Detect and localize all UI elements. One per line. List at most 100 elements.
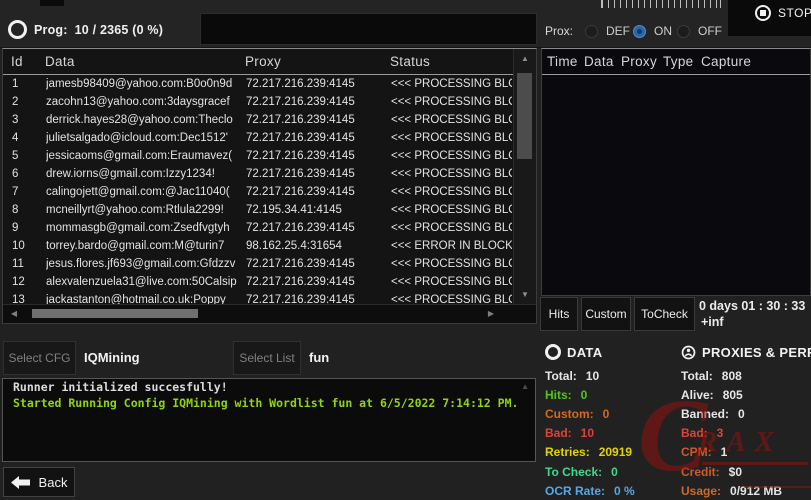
cell-id: 8 bbox=[12, 204, 42, 216]
column-header-proxy[interactable]: Proxy bbox=[245, 54, 281, 69]
cell-data: jamesb98409@yahoo.com:B0o0n9d bbox=[46, 78, 242, 90]
proxy-mode-radio-off[interactable]: OFF bbox=[677, 24, 722, 38]
log-line: Runner initialized succesfully! bbox=[3, 379, 535, 395]
cell-status: <<< PROCESSING BLO bbox=[391, 96, 512, 108]
bots-slider-ruler[interactable] bbox=[601, 0, 721, 8]
column-header-status[interactable]: Status bbox=[390, 54, 430, 69]
tab-custom[interactable]: Custom bbox=[581, 297, 631, 331]
table-row[interactable]: 2 zacohn13@yahoo.com:3daysgracef 72.217.… bbox=[4, 94, 512, 112]
stat-value: 10 bbox=[586, 369, 599, 383]
proxy-mode-label: Prox: bbox=[545, 24, 573, 38]
stat-row: Custom: 0 bbox=[545, 404, 680, 423]
scroll-down-icon[interactable]: ▼ bbox=[514, 287, 536, 303]
column-header-data[interactable]: Data bbox=[45, 54, 75, 69]
cell-status: <<< PROCESSING BLO bbox=[391, 132, 512, 144]
column-header-proxy[interactable]: Proxy bbox=[621, 54, 657, 69]
cell-proxy: 72.217.216.239:4145 bbox=[246, 168, 386, 180]
cell-data: derrick.hayes28@yahoo.com:Theclo bbox=[46, 114, 242, 126]
vertical-scrollbar[interactable]: ▲ ▼ bbox=[513, 49, 536, 305]
data-stats-rows: Total: 10 Hits: 0 Custom: 0 Bad: 10 bbox=[545, 366, 680, 500]
cell-data: torrey.bardo@gmail.com:M@turin7 bbox=[46, 240, 242, 252]
horizontal-scrollbar-thumb[interactable] bbox=[32, 309, 198, 318]
cell-id: 11 bbox=[12, 258, 42, 270]
runner-log[interactable]: Runner initialized succesfully! Started … bbox=[2, 378, 536, 462]
cell-data: julietsalgado@icloud.com:Dec1512' bbox=[46, 132, 242, 144]
scroll-up-icon[interactable]: ▲ bbox=[514, 51, 536, 67]
column-header-id[interactable]: Id bbox=[11, 54, 23, 69]
table-row[interactable]: 1 jamesb98409@yahoo.com:B0o0n9d 72.217.2… bbox=[4, 76, 512, 94]
cell-id: 3 bbox=[12, 114, 42, 126]
stat-row: Retries: 20919 bbox=[545, 443, 680, 462]
cell-proxy: 72.217.216.239:4145 bbox=[246, 78, 386, 90]
horizontal-scrollbar[interactable]: ◀ ▶ bbox=[3, 304, 536, 323]
log-scroll-up-icon[interactable]: ▲ bbox=[521, 382, 529, 391]
stat-label: Total: bbox=[545, 369, 577, 383]
scroll-right-icon[interactable]: ▶ bbox=[482, 305, 500, 323]
table-row[interactable]: 4 julietsalgado@icloud.com:Dec1512' 72.2… bbox=[4, 130, 512, 148]
stat-label: Credit: bbox=[681, 465, 720, 479]
cell-proxy: 98.162.25.4:31654 bbox=[246, 240, 386, 252]
proxies-globe-icon bbox=[681, 345, 696, 360]
column-header-capture[interactable]: Capture bbox=[701, 54, 751, 69]
scroll-left-icon[interactable]: ◀ bbox=[5, 305, 23, 323]
radio-circle-icon[interactable] bbox=[677, 25, 690, 38]
cell-proxy: 72.195.34.41:4145 bbox=[246, 204, 386, 216]
cell-id: 5 bbox=[12, 150, 42, 162]
stat-value: 0 bbox=[603, 407, 610, 421]
progress-bar-track bbox=[200, 13, 537, 45]
progress-value: 10 / 2365 (0 %) bbox=[75, 23, 163, 37]
table-row[interactable]: 3 derrick.hayes28@yahoo.com:Theclo 72.21… bbox=[4, 112, 512, 130]
select-config-button[interactable]: Select CFG bbox=[3, 341, 76, 375]
proxy-mode-radio-def[interactable]: DEF bbox=[585, 24, 630, 38]
stat-label: Banned: bbox=[681, 407, 729, 421]
cell-data: mcneillyrt@yahoo.com:Rtlula2299! bbox=[46, 204, 242, 216]
table-row[interactable]: 8 mcneillyrt@yahoo.com:Rtlula2299! 72.19… bbox=[4, 202, 512, 220]
radio-label: OFF bbox=[698, 24, 722, 38]
table-row[interactable]: 10 torrey.bardo@gmail.com:M@turin7 98.16… bbox=[4, 238, 512, 256]
cell-data: jackastanton@hotmail.co.uk:Poppy bbox=[46, 294, 242, 304]
stat-value: 20919 bbox=[599, 445, 632, 459]
cell-id: 4 bbox=[12, 132, 42, 144]
table-row[interactable]: 6 drew.iorns@gmail.com:Izzy1234! 72.217.… bbox=[4, 166, 512, 184]
column-header-time[interactable]: Time bbox=[547, 54, 578, 69]
back-button[interactable]: Back bbox=[3, 467, 75, 497]
stat-row: Alive: 805 bbox=[681, 385, 811, 404]
cell-status: <<< PROCESSING BLO bbox=[391, 78, 512, 90]
top-bar: Prog: 10 / 2365 (0 %) Prox: DEF ON OFF S… bbox=[0, 0, 811, 48]
table-row[interactable]: 5 jessicaoms@gmail.com:Eraumavez( 72.217… bbox=[4, 148, 512, 166]
tab-tocheck[interactable]: ToCheck bbox=[634, 297, 695, 331]
runner-window: Prog: 10 / 2365 (0 %) Prox: DEF ON OFF S… bbox=[0, 0, 811, 500]
stat-value: 0 bbox=[738, 407, 745, 421]
table-row[interactable]: 7 calingojett@gmail.com:@Jac11040( 72.21… bbox=[4, 184, 512, 202]
column-header-type[interactable]: Type bbox=[663, 54, 693, 69]
stat-row: Credit: $0 bbox=[681, 462, 811, 481]
table-row[interactable]: 9 mommasgb@gmail.com:Zsedfvgtyh 72.217.2… bbox=[4, 220, 512, 238]
stop-panel: STOP bbox=[728, 0, 811, 36]
cell-data: calingojett@gmail.com:@Jac11040( bbox=[46, 186, 242, 198]
data-stats-header: DATA bbox=[545, 343, 680, 361]
select-list-button[interactable]: Select List bbox=[233, 341, 301, 375]
stat-label: Hits: bbox=[545, 388, 572, 402]
stat-row: Hits: 0 bbox=[545, 385, 680, 404]
proxy-mode-radio-on[interactable]: ON bbox=[633, 24, 672, 38]
stat-value: $0 bbox=[729, 465, 742, 479]
tab-hits[interactable]: Hits bbox=[540, 297, 578, 331]
table-row[interactable]: 11 jesus.flores.jf693@gmail.com:Gfdzzv 7… bbox=[4, 256, 512, 274]
proxy-stats-panel: PROXIES & PERF Total: 808 Alive: 805 Ban… bbox=[681, 343, 811, 500]
vertical-scrollbar-thumb[interactable] bbox=[517, 73, 532, 159]
stat-row: CPM: 1 bbox=[681, 443, 811, 462]
stat-label: To Check: bbox=[545, 465, 602, 479]
progress-label: Prog: bbox=[34, 23, 68, 37]
column-header-data[interactable]: Data bbox=[584, 54, 614, 69]
stop-button[interactable]: STOP bbox=[755, 5, 811, 21]
radio-circle-icon[interactable] bbox=[633, 25, 646, 38]
stat-value: 1 bbox=[721, 445, 728, 459]
log-lines: Runner initialized succesfully! Started … bbox=[3, 379, 535, 411]
stop-button-label: STOP bbox=[778, 6, 811, 20]
radio-circle-icon[interactable] bbox=[585, 25, 598, 38]
table-row[interactable]: 13 jackastanton@hotmail.co.uk:Poppy 72.2… bbox=[4, 292, 512, 304]
stat-row: Banned: 0 bbox=[681, 404, 811, 423]
stat-row: Bad: 3 bbox=[681, 424, 811, 443]
cell-status: <<< PROCESSING BLO bbox=[391, 204, 512, 216]
table-row[interactable]: 12 alexvalenzuela31@live.com:50Calsip 72… bbox=[4, 274, 512, 292]
